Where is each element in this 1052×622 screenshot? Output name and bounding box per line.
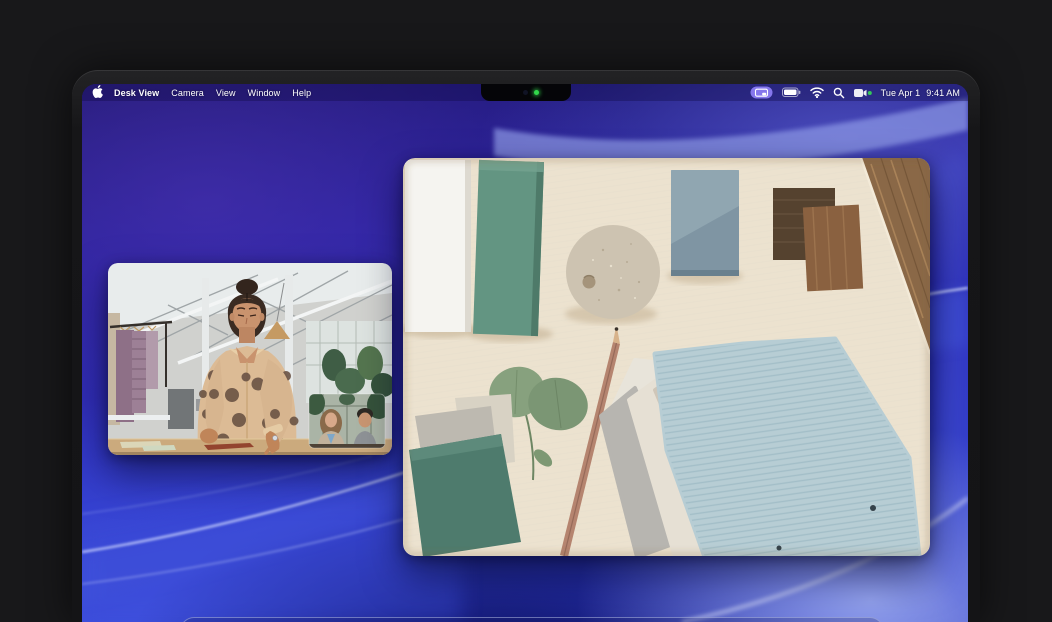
menu-window[interactable]: Window [248,88,281,98]
desk-view-window[interactable] [403,158,930,556]
bottom-window-edge[interactable] [180,617,884,622]
desktop-background: Desk View Camera View Window Help [0,0,1052,622]
camera-active-led [534,90,539,95]
clock-date: Tue Apr 1 [881,88,921,98]
menu-app-name[interactable]: Desk View [114,88,159,98]
facetime-window[interactable] [108,263,392,455]
wifi-icon[interactable] [810,87,824,98]
clock-time: 9:41 AM [926,88,960,98]
camera-in-use-icon[interactable] [854,87,872,99]
blue-tile-sample [671,170,739,276]
facetime-camera-lens [523,90,528,95]
menu-bar-status: Tue Apr 1 9:41 AM [750,86,960,99]
facetime-video-scene [108,263,392,455]
menu-help[interactable]: Help [292,88,311,98]
desk-view-screen-indicator-icon[interactable] [750,86,773,99]
pip-participants[interactable] [305,391,391,448]
macbook-display: Desk View Camera View Window Help [82,84,968,622]
menu-view[interactable]: View [216,88,236,98]
apple-logo-icon [92,85,103,98]
felt-disc-sample [566,225,660,319]
display-notch [481,84,571,101]
menu-bar-clock[interactable]: Tue Apr 1 9:41 AM [881,88,960,98]
apple-menu[interactable] [92,85,103,100]
teal-tile-sample [409,434,521,556]
macbook-body: Desk View Camera View Window Help [72,70,980,622]
white-tile-sample [405,160,471,332]
brown-wood-sample [803,205,863,292]
menu-camera[interactable]: Camera [171,88,204,98]
battery-icon[interactable] [782,87,801,98]
spotlight-search-icon[interactable] [833,87,845,99]
desk-view-scene [403,158,930,556]
green-tile-sample [473,160,544,336]
